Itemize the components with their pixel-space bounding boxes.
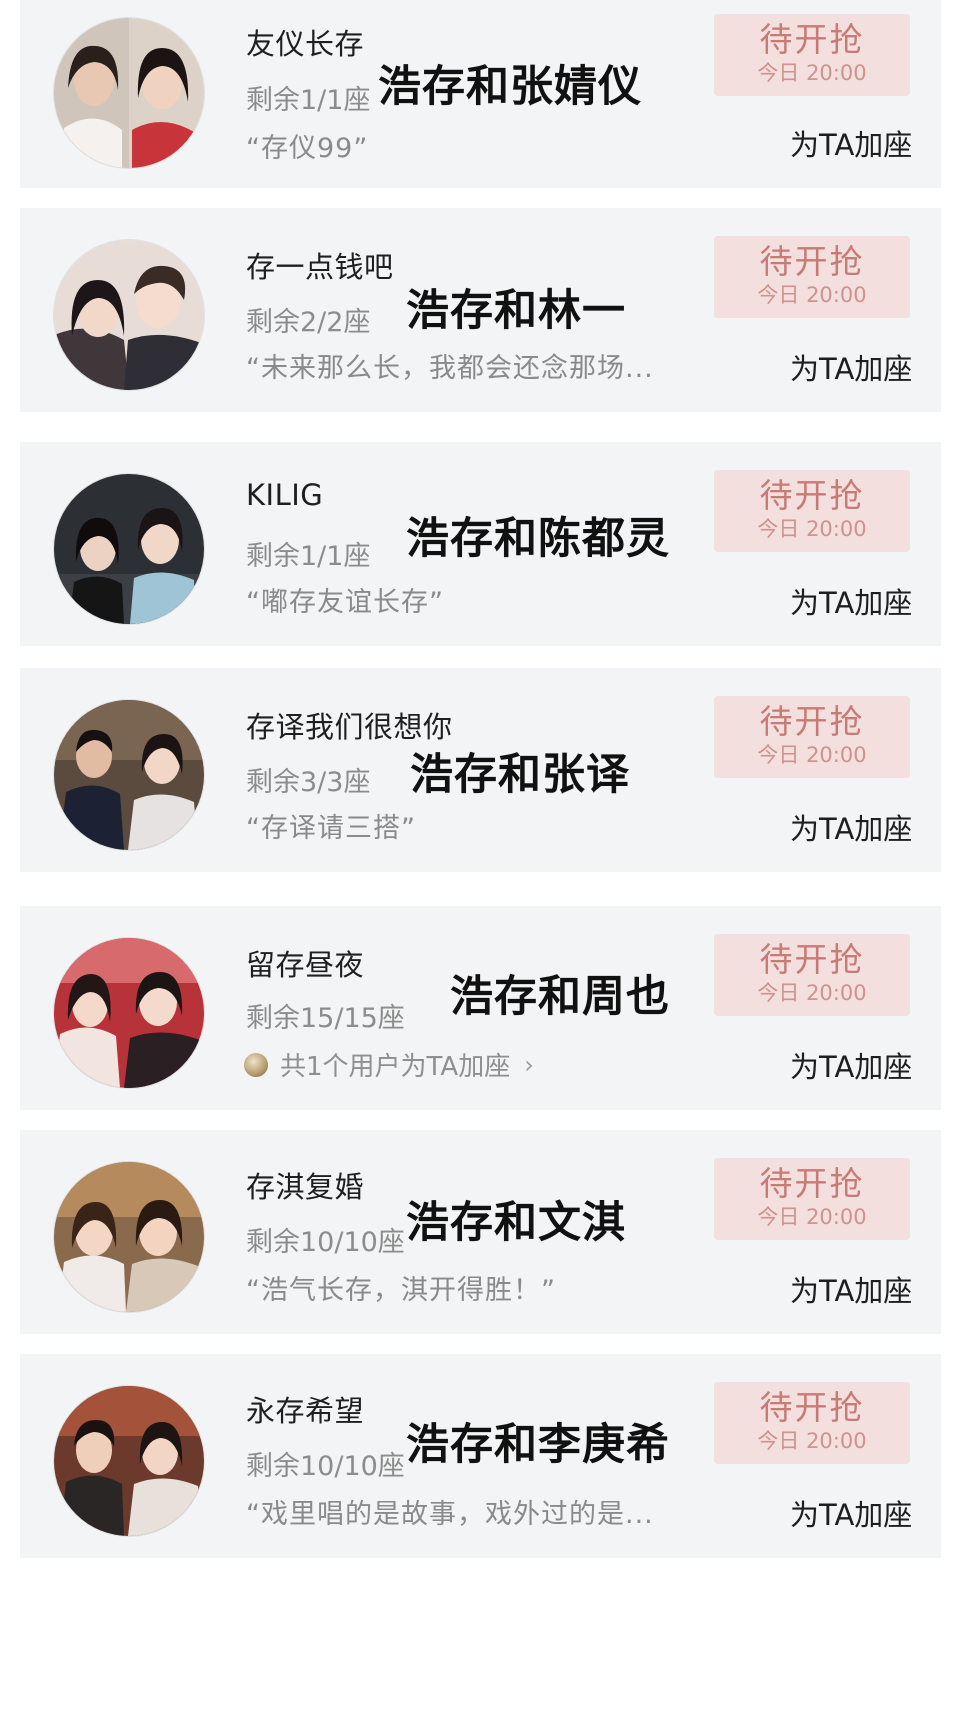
caption-overlay: 浩存和陈都灵 (406, 514, 670, 564)
add-seat-button[interactable]: 为TA加座 (790, 1268, 912, 1310)
chevron-right-icon: › (524, 1050, 534, 1079)
add-seat-button[interactable]: 为TA加座 (790, 580, 912, 622)
grab-button-time: 今日 20:00 (757, 1429, 867, 1453)
avatar[interactable] (54, 474, 204, 624)
add-seat-button[interactable]: 为TA加座 (790, 346, 912, 388)
add-seat-button[interactable]: 为TA加座 (790, 122, 912, 164)
avatar[interactable] (54, 18, 204, 168)
grab-button-time: 今日 20:00 (757, 517, 867, 541)
seats-remaining: 剩余1/1座 (246, 85, 371, 116)
caption-overlay: 浩存和李庚希 (406, 1420, 670, 1470)
joiners-text: 共1个用户为TA加座 (280, 1052, 511, 1082)
grab-button-time: 今日 20:00 (757, 1205, 867, 1229)
seat-title: KILIG (246, 478, 324, 512)
grab-button[interactable]: 待开抢 今日 20:00 (714, 14, 910, 96)
grab-button-label: 待开抢 (759, 1164, 865, 1203)
seat-quote: “未来那么长，我都会还念那场... (246, 353, 654, 384)
seat-card[interactable]: 存淇复婚 剩余10/10座 “浩气长存，淇开得胜！” 浩存和文淇 待开抢 今日 … (20, 1130, 941, 1334)
grab-button[interactable]: 待开抢 今日 20:00 (714, 236, 910, 318)
caption-overlay: 浩存和文淇 (406, 1198, 626, 1248)
seat-card[interactable]: KILIG 剩余1/1座 “嘟存友谊长存” 浩存和陈都灵 待开抢 今日 20:0… (20, 442, 941, 646)
seat-title: 存一点钱吧 (246, 250, 394, 284)
seats-remaining: 剩余3/3座 (246, 767, 371, 798)
seats-remaining: 剩余10/10座 (246, 1227, 405, 1258)
seat-quote: “存译请三搭” (246, 813, 416, 844)
seat-quote: “嘟存友谊长存” (246, 587, 444, 618)
add-seat-button[interactable]: 为TA加座 (790, 1492, 912, 1534)
grab-button-label: 待开抢 (759, 20, 865, 59)
grab-button-time: 今日 20:00 (757, 981, 867, 1005)
grab-button-label: 待开抢 (759, 242, 865, 281)
seat-title: 存淇复婚 (246, 1170, 365, 1204)
seats-remaining: 剩余10/10座 (246, 1451, 405, 1482)
caption-overlay: 浩存和周也 (450, 972, 670, 1022)
joiners-link[interactable]: 共1个用户为TA加座 › (244, 1046, 534, 1083)
seat-card[interactable]: 留存昼夜 剩余15/15座 共1个用户为TA加座 › 浩存和周也 待开抢 今日 … (20, 906, 941, 1110)
grab-button[interactable]: 待开抢 今日 20:00 (714, 470, 910, 552)
avatar[interactable] (54, 700, 204, 850)
grab-button-label: 待开抢 (759, 940, 865, 979)
grab-button-label: 待开抢 (759, 476, 865, 515)
seat-card[interactable]: 存一点钱吧 剩余2/2座 “未来那么长，我都会还念那场... 浩存和林一 待开抢… (20, 208, 941, 412)
add-seat-button[interactable]: 为TA加座 (790, 806, 912, 848)
seats-remaining: 剩余2/2座 (246, 307, 371, 338)
caption-overlay: 浩存和张译 (410, 750, 630, 800)
seat-title: 友仪长存 (246, 27, 365, 61)
caption-overlay: 浩存和张婧仪 (378, 62, 642, 112)
seat-quote: “戏里唱的是故事，戏外过的是... (246, 1499, 654, 1530)
grab-button-label: 待开抢 (759, 702, 865, 741)
grab-button[interactable]: 待开抢 今日 20:00 (714, 1382, 910, 1464)
grab-button[interactable]: 待开抢 今日 20:00 (714, 934, 910, 1016)
avatar[interactable] (54, 240, 204, 390)
grab-button-time: 今日 20:00 (757, 61, 867, 85)
seat-card[interactable]: 永存希望 剩余10/10座 “戏里唱的是故事，戏外过的是... 浩存和李庚希 待… (20, 1354, 941, 1558)
seat-title: 留存昼夜 (246, 948, 365, 982)
seat-card[interactable]: 存译我们很想你 剩余3/3座 “存译请三搭” 浩存和张译 待开抢 今日 20:0… (20, 668, 941, 872)
caption-overlay: 浩存和林一 (406, 286, 626, 336)
avatar[interactable] (54, 1386, 204, 1536)
seats-remaining: 剩余1/1座 (246, 541, 371, 572)
seats-remaining: 剩余15/15座 (246, 1003, 405, 1034)
grab-button-time: 今日 20:00 (757, 743, 867, 767)
avatar[interactable] (54, 1162, 204, 1312)
user-avatar-icon (244, 1052, 268, 1077)
seat-quote: “存仪99” (246, 133, 369, 164)
grab-button-time: 今日 20:00 (757, 283, 867, 307)
add-seat-button[interactable]: 为TA加座 (790, 1044, 912, 1086)
grab-button[interactable]: 待开抢 今日 20:00 (714, 696, 910, 778)
grab-button[interactable]: 待开抢 今日 20:00 (714, 1158, 910, 1240)
avatar[interactable] (54, 938, 204, 1088)
grab-button-label: 待开抢 (759, 1388, 865, 1427)
seat-card[interactable]: 友仪长存 剩余1/1座 “存仪99” 浩存和张婧仪 待开抢 今日 20:00 为… (20, 0, 941, 188)
seat-quote: “浩气长存，淇开得胜！” (246, 1275, 556, 1306)
seat-title: 永存希望 (246, 1394, 365, 1428)
